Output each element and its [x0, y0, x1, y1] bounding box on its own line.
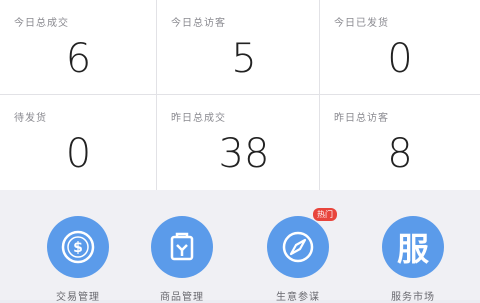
service-glyph: 服 — [396, 230, 429, 268]
shortcut-product-management[interactable]: 商品管理 — [147, 216, 217, 303]
shortcut-label: 交易管理 — [56, 292, 100, 303]
stat-label: 昨日总访客 — [334, 113, 389, 124]
stat-label: 今日总访客 — [171, 18, 226, 29]
compass-icon: 热门 — [267, 208, 337, 278]
svg-text:$: $ — [73, 240, 83, 256]
stat-value: 0 — [387, 36, 413, 82]
stat-label: 今日已发货 — [334, 18, 389, 29]
shortcut-service-market[interactable]: 服 服务市场 — [378, 216, 448, 303]
hot-badge: 热门 — [313, 208, 337, 221]
product-icon — [151, 216, 213, 278]
stat-yesterday-orders[interactable]: 昨日总成交 38 — [157, 95, 320, 190]
stat-value: 8 — [387, 131, 413, 177]
stat-label: 待发货 — [14, 113, 47, 124]
shortcut-business-advisor[interactable]: 热门 生意参谋 — [263, 208, 337, 303]
stat-yesterday-visitors[interactable]: 昨日总访客 8 — [320, 95, 480, 190]
shortcut-trade-management[interactable]: $ 交易管理 — [43, 216, 113, 303]
stats-grid: 今日总成交 6 今日总访客 5 今日已发货 0 待发货 0 昨日总成交 38 昨… — [0, 0, 480, 190]
shortcut-label: 商品管理 — [160, 292, 204, 303]
shortcut-label: 服务市场 — [391, 292, 435, 303]
stat-today-orders[interactable]: 今日总成交 6 — [0, 0, 157, 95]
shortcut-label: 生意参谋 — [276, 292, 320, 303]
stat-label: 昨日总成交 — [171, 113, 226, 124]
stat-today-visitors[interactable]: 今日总访客 5 — [157, 0, 320, 95]
shortcut-bar: $ 交易管理 商品管理 热门 生意参谋 服 服务市场 — [0, 190, 480, 303]
fu-service-icon: 服 — [382, 216, 444, 278]
stat-value: 38 — [218, 131, 270, 177]
stat-value: 0 — [65, 131, 92, 177]
stat-pending-shipment[interactable]: 待发货 0 — [0, 95, 157, 190]
stat-value: 5 — [231, 36, 257, 82]
stat-today-shipped[interactable]: 今日已发货 0 — [320, 0, 480, 95]
coin-icon: $ — [47, 216, 109, 278]
stat-label: 今日总成交 — [14, 18, 69, 29]
stat-value: 6 — [65, 36, 92, 82]
